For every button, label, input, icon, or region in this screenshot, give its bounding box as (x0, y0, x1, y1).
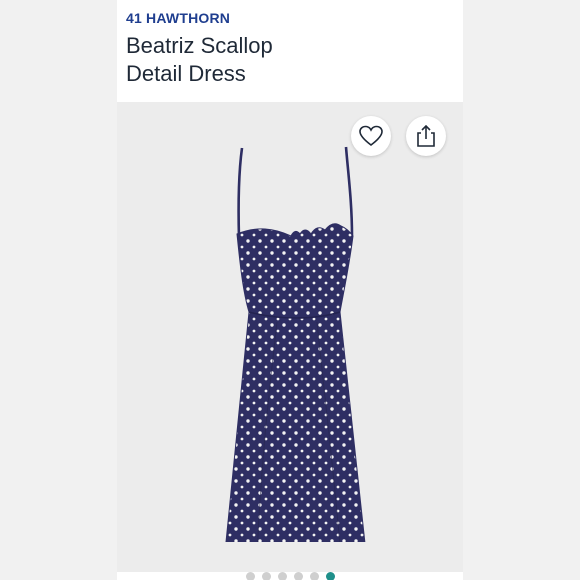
product-title-line-1: Beatriz Scallop (126, 33, 273, 58)
brand-name[interactable]: 41 HAWTHORN (126, 10, 230, 26)
carousel-dot[interactable] (293, 572, 303, 580)
dress-image (225, 146, 366, 542)
carousel-dot[interactable] (261, 572, 271, 580)
carousel-dot[interactable] (245, 572, 255, 580)
product-title-line-2: Detail Dress (126, 61, 246, 86)
product-header: 41 HAWTHORN Beatriz Scallop Detail Dress (117, 0, 463, 102)
product-title: Beatriz Scallop Detail Dress (126, 32, 446, 88)
carousel-dot[interactable] (309, 572, 319, 580)
product-card: 41 HAWTHORN Beatriz Scallop Detail Dress (117, 0, 463, 580)
carousel-dot-active[interactable] (325, 572, 335, 580)
share-icon (417, 125, 435, 147)
carousel-dots (117, 572, 463, 580)
carousel-dot[interactable] (277, 572, 287, 580)
share-button[interactable] (406, 116, 446, 156)
